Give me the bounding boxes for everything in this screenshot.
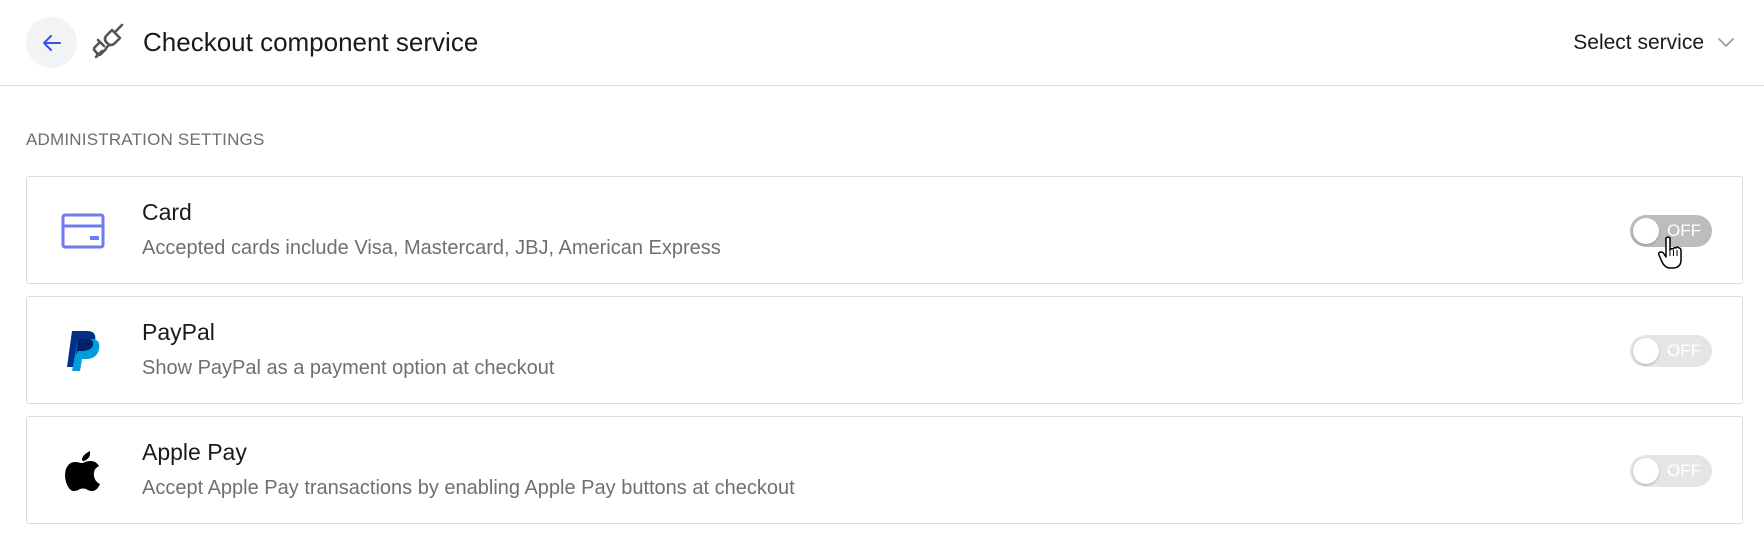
service-select-label: Select service bbox=[1573, 31, 1704, 54]
payment-method-title: PayPal bbox=[142, 319, 215, 345]
payment-method-description: Accept Apple Pay transactions by enablin… bbox=[142, 477, 795, 499]
plug-icon bbox=[92, 23, 124, 59]
toggle-state-label: OFF bbox=[1667, 461, 1701, 480]
service-select-dropdown[interactable]: Select service bbox=[1573, 26, 1734, 60]
apple-icon bbox=[57, 445, 109, 497]
payment-method-title: Apple Pay bbox=[142, 439, 247, 465]
card-toggle[interactable]: OFF bbox=[1630, 215, 1712, 247]
back-button[interactable] bbox=[26, 17, 77, 68]
paypal-icon bbox=[57, 325, 109, 377]
toggle-state-label: OFF bbox=[1667, 341, 1701, 360]
credit-card-icon bbox=[57, 205, 109, 257]
payment-method-apple-pay: Apple Pay Accept Apple Pay transactions … bbox=[26, 416, 1743, 524]
payment-method-paypal: PayPal Show PayPal as a payment option a… bbox=[26, 296, 1743, 404]
toggle-knob bbox=[1633, 338, 1659, 364]
arrow-left-icon bbox=[42, 34, 61, 51]
apple-pay-toggle[interactable]: OFF bbox=[1630, 455, 1712, 487]
page-title: Checkout component service bbox=[143, 27, 479, 57]
toggle-state-label: OFF bbox=[1667, 221, 1701, 240]
page-header: Checkout component service Select servic… bbox=[0, 0, 1764, 86]
chevron-down-icon bbox=[1718, 38, 1734, 47]
payment-method-card: Card Accepted cards include Visa, Master… bbox=[26, 176, 1743, 284]
paypal-toggle[interactable]: OFF bbox=[1630, 335, 1712, 367]
payment-method-title: Card bbox=[142, 199, 192, 225]
toggle-knob bbox=[1633, 218, 1659, 244]
payment-method-description: Accepted cards include Visa, Mastercard,… bbox=[142, 237, 721, 259]
payment-method-description: Show PayPal as a payment option at check… bbox=[142, 357, 555, 379]
toggle-knob bbox=[1633, 458, 1659, 484]
section-heading: ADMINISTRATION SETTINGS bbox=[26, 130, 265, 149]
